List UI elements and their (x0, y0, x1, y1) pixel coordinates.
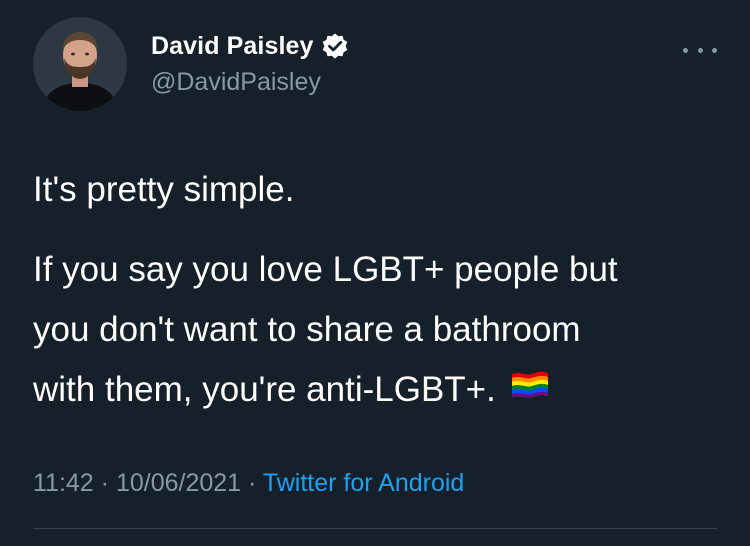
more-dot (712, 47, 717, 53)
avatar[interactable] (33, 17, 127, 111)
meta-separator: · (248, 469, 257, 497)
divider (33, 528, 717, 529)
more-options-icon[interactable] (683, 44, 717, 56)
tweet-source-link[interactable]: Twitter for Android (263, 469, 464, 497)
tweet-text-line: If you say you love LGBT+ people but (33, 250, 618, 289)
rainbow-flag-icon (510, 362, 550, 415)
tweet-time[interactable]: 11:42 (33, 469, 94, 497)
tweet-text-line: with them, you're anti-LGBT+. (33, 370, 496, 409)
more-dot (697, 47, 703, 53)
tweet-text-line: It's pretty simple. (33, 170, 295, 209)
tweet-metadata: 11:42 · 10/06/2021 · Twitter for Android (33, 469, 464, 498)
tweet-text-line-last: with them, you're anti-LGBT+. (33, 363, 550, 416)
author-handle[interactable]: @DavidPaisley (151, 68, 321, 97)
meta-separator: · (100, 469, 109, 497)
author-name-row[interactable]: David Paisley (151, 30, 349, 62)
author-display-name[interactable]: David Paisley (151, 32, 314, 61)
tweet-date[interactable]: 10/06/2021 (116, 469, 241, 497)
more-dot (683, 47, 688, 53)
tweet: David Paisley @DavidPaisley It's pretty … (0, 0, 750, 546)
tweet-text-line: you don't want to share a bathroom (33, 310, 581, 349)
verified-badge-icon (321, 32, 349, 60)
